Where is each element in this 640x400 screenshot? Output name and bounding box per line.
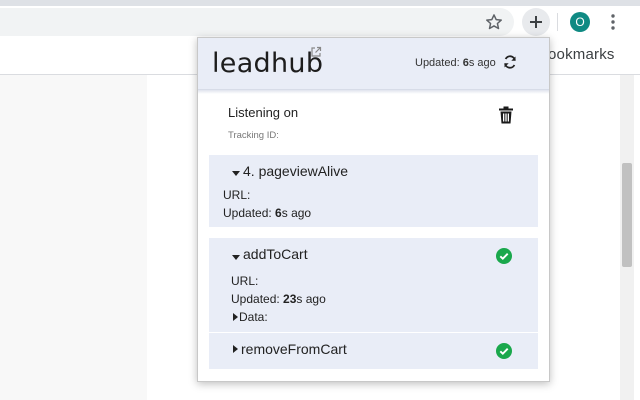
check-circle-icon: [496, 343, 512, 359]
caret-right-icon[interactable]: [231, 344, 239, 354]
event-title-removefromcart[interactable]: removeFromCart: [241, 341, 347, 357]
event-card-addtocart: addToCart URL: Updated: 23s ago Data: re…: [209, 238, 538, 369]
event-updated-text: Updated: 23s ago: [231, 292, 326, 306]
event-url-label: URL:: [231, 274, 259, 288]
bookmarks-label[interactable]: ookmarks: [548, 46, 615, 63]
page-sidebar-area: [0, 75, 147, 400]
event-divider: [209, 332, 538, 333]
event-card-pageviewalive: 4. pageviewAlive URL: Updated: 6s ago: [209, 155, 538, 227]
event-updated-text: Updated: 6s ago: [223, 206, 312, 220]
caret-down-icon[interactable]: [231, 169, 241, 177]
caret-right-icon[interactable]: [231, 312, 239, 322]
event-title[interactable]: 4. pageviewAlive: [243, 163, 348, 179]
leadhub-logo: leadhub: [212, 48, 324, 79]
address-bar[interactable]: [0, 8, 514, 36]
menu-icon[interactable]: [603, 12, 623, 32]
event-url-label: URL:: [223, 188, 251, 202]
header-updated-text: Updated: 6s ago: [415, 57, 496, 69]
extension-popup: leadhub Updated: 6s ago Listening on Tra…: [197, 37, 550, 382]
external-link-icon[interactable]: [310, 46, 322, 58]
trash-icon[interactable]: [498, 106, 514, 124]
plus-icon: [530, 16, 542, 28]
star-icon[interactable]: [484, 12, 504, 32]
profile-avatar[interactable]: O: [570, 12, 590, 32]
header-shadow: [198, 90, 549, 94]
event-data-label[interactable]: Data:: [239, 310, 268, 324]
caret-down-icon[interactable]: [231, 253, 241, 261]
refresh-icon[interactable]: [502, 54, 518, 70]
scrollbar-thumb[interactable]: [622, 163, 632, 267]
check-circle-icon: [496, 248, 512, 264]
extension-button[interactable]: [522, 8, 550, 36]
event-title[interactable]: addToCart: [243, 246, 308, 262]
listening-label: Listening on: [228, 105, 299, 120]
tracking-id-label: Tracking ID:: [228, 130, 279, 141]
toolbar-divider: [557, 13, 558, 31]
